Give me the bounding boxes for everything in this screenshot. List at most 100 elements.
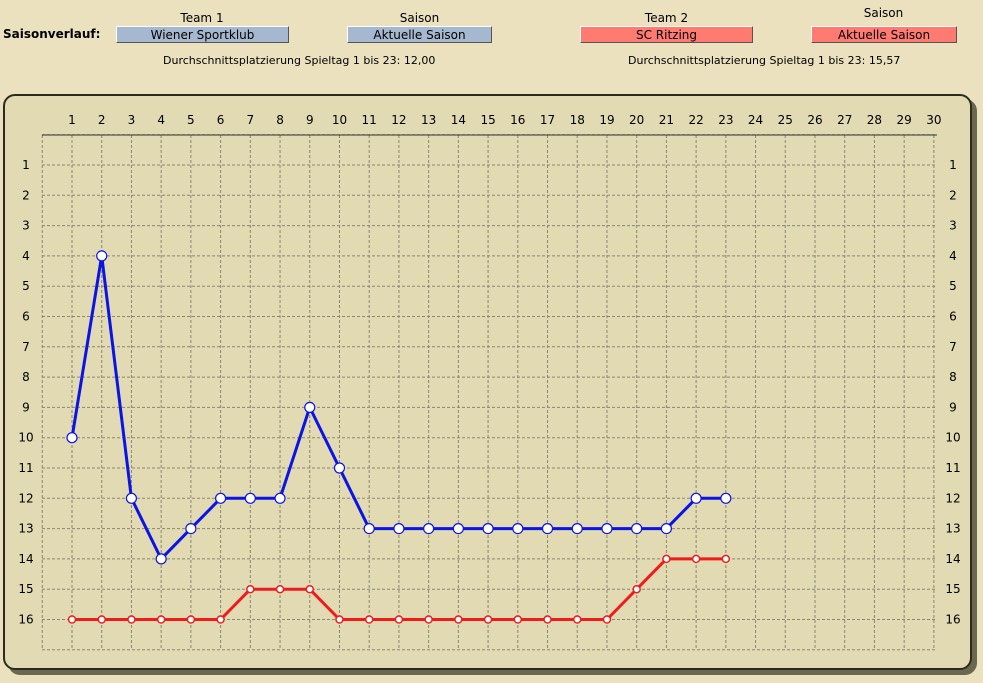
- data-point-series-2: [662, 554, 671, 564]
- x-tick-label: 16: [510, 113, 525, 127]
- y-tick-label-right: 4: [949, 249, 957, 263]
- x-tick-label: 1: [68, 113, 76, 127]
- y-tick-label-right: 9: [949, 400, 957, 414]
- x-tick-label: 19: [599, 113, 614, 127]
- chart-axes: 1 2 3 4 5 6 7 8 9 10 11 12 13 14 15 16 17 18 19 20 21 22 23 24 2…: [18, 113, 960, 627]
- y-tick-label-right: 6: [949, 310, 957, 324]
- x-tick-label: 11: [362, 113, 377, 127]
- data-point-series-2: [246, 584, 255, 594]
- data-point-series-1: [452, 522, 464, 535]
- y-tick-label-left: 14: [18, 552, 33, 566]
- data-point-series-2: [691, 554, 701, 564]
- y-tick-label-left: 8: [22, 370, 30, 384]
- x-tick-label: 8: [276, 113, 284, 127]
- data-point-series-2: [275, 584, 285, 594]
- data-point-series-2: [127, 615, 136, 624]
- y-tick-label-left: 16: [18, 613, 33, 627]
- data-point-series-2: [186, 615, 196, 624]
- y-tick-label-left: 6: [22, 310, 30, 324]
- x-tick-label: 24: [748, 113, 763, 127]
- data-point-series-1: [423, 522, 435, 535]
- y-tick-label-left: 3: [22, 219, 30, 233]
- x-tick-label: 27: [837, 113, 852, 127]
- x-tick-label: 7: [246, 113, 254, 127]
- y-tick-label-left: 11: [18, 461, 33, 475]
- x-tick-label: 21: [659, 113, 674, 127]
- data-point-series-2: [67, 615, 77, 624]
- y-tick-label-right: 11: [945, 461, 960, 475]
- data-point-series-1: [96, 250, 108, 262]
- y-tick-label-left: 15: [18, 582, 33, 596]
- data-point-series-2: [632, 584, 641, 594]
- y-tick-label-right: 15: [945, 582, 960, 596]
- y-tick-label-right: 1: [949, 158, 957, 172]
- y-tick-label-right: 12: [945, 491, 960, 505]
- chart-grid: [41, 134, 937, 651]
- x-tick-label: 22: [688, 113, 703, 127]
- data-point-series-1: [185, 522, 197, 535]
- data-point-series-1: [571, 522, 583, 535]
- data-point-series-1: [215, 492, 227, 504]
- data-point-series-1: [125, 492, 138, 504]
- data-point-series-1: [541, 522, 554, 535]
- data-point-series-1: [690, 492, 702, 504]
- y-tick-label-left: 5: [22, 279, 30, 293]
- data-point-series-1: [631, 522, 643, 535]
- data-point-series-2: [572, 615, 582, 624]
- x-tick-label: 14: [451, 113, 466, 127]
- x-tick-label: 28: [867, 113, 882, 127]
- x-tick-label: 6: [217, 113, 225, 127]
- data-point-series-1: [363, 522, 375, 535]
- data-point-series-2: [721, 554, 731, 564]
- data-point-series-1: [274, 492, 286, 504]
- data-point-series-1: [512, 522, 524, 535]
- y-tick-label-right: 13: [945, 522, 960, 536]
- data-point-series-2: [602, 615, 612, 624]
- season-chart: 1 2 3 4 5 6 7 8 9 10 11 12 13 14 15 16 17 18 19 20 21 22 23 24 2…: [18, 113, 961, 651]
- data-point-series-1: [660, 522, 673, 535]
- x-tick-label: 30: [926, 113, 941, 127]
- y-tick-label-left: 13: [18, 522, 33, 536]
- data-point-series-2: [483, 615, 493, 624]
- y-tick-label-right: 8: [949, 370, 957, 384]
- y-tick-label-left: 12: [18, 491, 33, 505]
- x-tick-label: 5: [187, 113, 195, 127]
- data-point-series-1: [601, 522, 613, 535]
- x-tick-label: 15: [480, 113, 495, 127]
- x-tick-label: 23: [718, 113, 733, 127]
- data-point-series-1: [66, 432, 78, 444]
- x-tick-label: 2: [98, 113, 106, 127]
- y-tick-label-left: 1: [22, 158, 30, 172]
- data-point-series-2: [394, 615, 404, 624]
- data-point-series-1: [304, 401, 316, 413]
- y-tick-label-right: 16: [945, 613, 960, 627]
- y-tick-label-left: 2: [22, 188, 30, 202]
- data-point-series-2: [543, 615, 552, 624]
- data-point-series-2: [156, 615, 166, 624]
- data-point-series-2: [364, 615, 374, 624]
- y-tick-label-left: 7: [22, 340, 30, 354]
- y-tick-label-right: 7: [949, 340, 957, 354]
- y-tick-label-left: 4: [22, 249, 30, 263]
- y-tick-label-right: 5: [949, 279, 957, 293]
- data-point-series-2: [513, 615, 523, 624]
- data-point-series-1: [333, 462, 346, 474]
- data-point-series-1: [720, 492, 732, 504]
- y-tick-label-right: 10: [945, 431, 960, 445]
- data-point-series-2: [216, 615, 225, 624]
- data-point-series-1: [244, 492, 256, 504]
- x-tick-label: 10: [332, 113, 347, 127]
- x-tick-label: 13: [421, 113, 436, 127]
- data-point-series-1: [482, 522, 494, 535]
- x-tick-label: 29: [897, 113, 912, 127]
- y-tick-label-right: 3: [949, 219, 957, 233]
- y-tick-label-left: 10: [18, 431, 33, 445]
- x-tick-label: 4: [157, 113, 165, 127]
- x-tick-label: 3: [128, 113, 136, 127]
- y-tick-label-right: 2: [949, 188, 957, 202]
- x-tick-label: 18: [570, 113, 585, 127]
- x-tick-label: 20: [629, 113, 644, 127]
- x-tick-label: 9: [306, 113, 314, 127]
- x-tick-label: 12: [391, 113, 406, 127]
- data-point-series-2: [305, 584, 315, 594]
